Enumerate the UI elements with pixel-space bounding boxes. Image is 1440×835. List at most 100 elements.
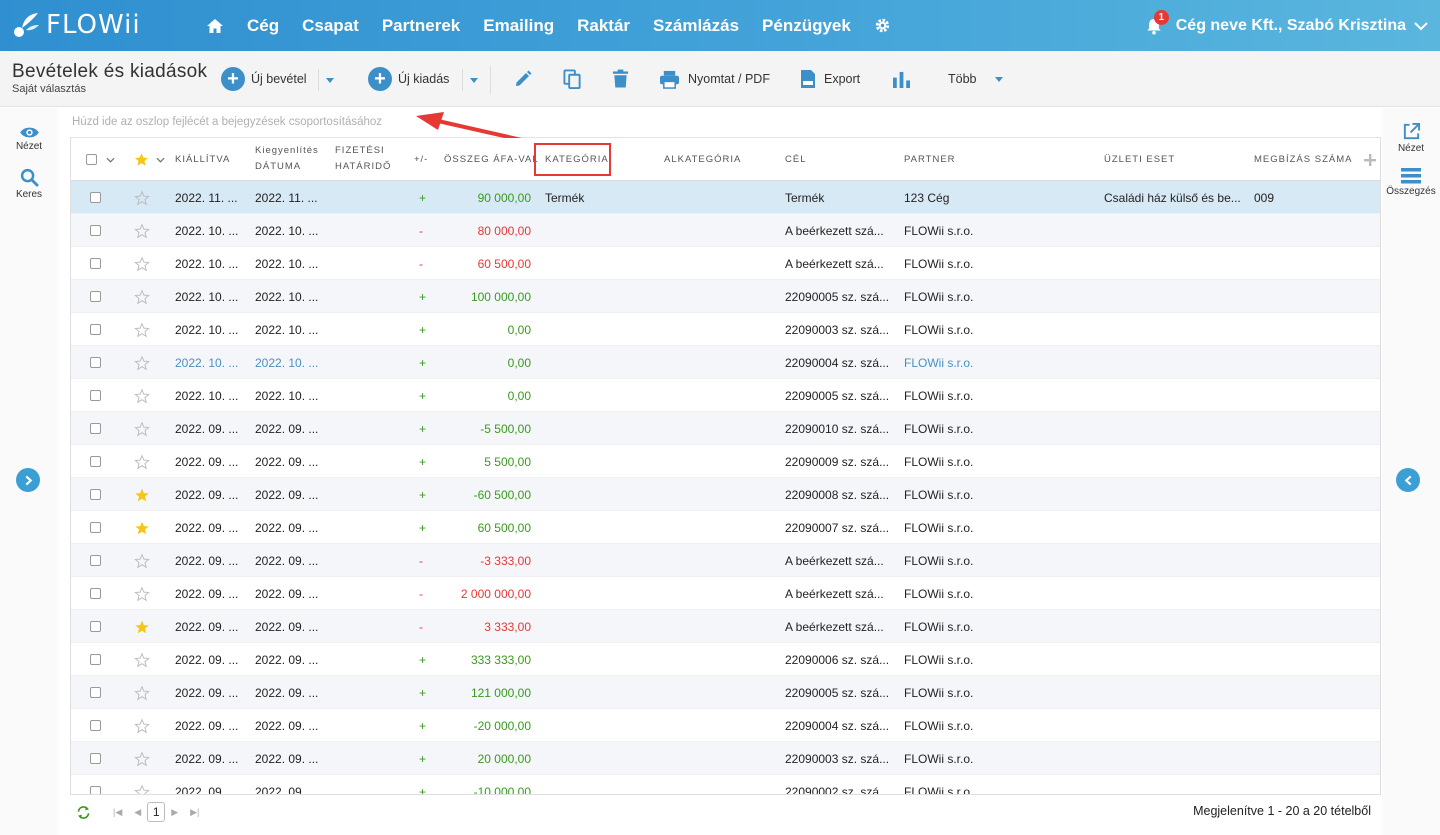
col-settlement-line2[interactable]: dátuma bbox=[255, 161, 301, 172]
star-icon[interactable] bbox=[134, 181, 150, 214]
row-checkbox[interactable] bbox=[90, 643, 101, 676]
table-row[interactable]: 2022. 09. ... 2022. 09. ... +121 000,00 220… bbox=[71, 676, 1380, 709]
star-icon[interactable] bbox=[134, 214, 150, 247]
col-purpose[interactable]: Cél bbox=[785, 138, 806, 181]
table-row[interactable]: 2022. 11. ... 2022. 11. ... +90 000,00 Term… bbox=[71, 181, 1380, 214]
table-row[interactable]: 2022. 09. ... 2022. 09. ... +60 500,00 2209… bbox=[71, 511, 1380, 544]
gear-icon[interactable] bbox=[874, 17, 892, 35]
expand-left-panel-button[interactable] bbox=[16, 468, 40, 492]
new-income-dropdown[interactable] bbox=[318, 69, 340, 91]
col-sign[interactable]: +/- bbox=[414, 138, 428, 181]
star-icon[interactable] bbox=[134, 709, 150, 742]
new-income-button[interactable]: + Új bevétel bbox=[221, 51, 307, 107]
chevron-down-icon[interactable] bbox=[156, 138, 165, 181]
star-icon[interactable] bbox=[134, 379, 150, 412]
expand-right-panel-button[interactable] bbox=[1396, 468, 1420, 492]
nav-item-ceg[interactable]: Cég bbox=[247, 16, 279, 36]
star-icon[interactable] bbox=[134, 775, 150, 794]
nav-item-partnerek[interactable]: Partnerek bbox=[382, 16, 460, 36]
table-row[interactable]: 2022. 09. ... 2022. 09. ... + -5 500,00 2209… bbox=[71, 412, 1380, 445]
col-settlement-line1[interactable]: Kiegyenlítés bbox=[255, 145, 319, 156]
flowii-logo[interactable]: FLOWii bbox=[12, 8, 141, 42]
row-checkbox[interactable] bbox=[90, 544, 101, 577]
nav-item-csapat[interactable]: Csapat bbox=[302, 16, 359, 36]
table-row[interactable]: 2022. 09. ... 2022. 09. ... - 2 000 000,00 A… bbox=[71, 577, 1380, 610]
view-toggle[interactable]: Nézet bbox=[0, 126, 58, 152]
prev-page-icon[interactable]: ◀ bbox=[134, 807, 141, 818]
search-toggle[interactable]: Keres bbox=[0, 168, 58, 200]
col-amount[interactable]: Összeg ÁFA-val bbox=[444, 138, 539, 181]
table-row[interactable]: 2022. 10. ... 2022. 10. ... - 80 000,00 A be… bbox=[71, 214, 1380, 247]
first-page-icon[interactable]: |◀ bbox=[113, 807, 122, 818]
copy-button[interactable] bbox=[563, 51, 582, 107]
row-checkbox[interactable] bbox=[90, 379, 101, 412]
user-menu[interactable]: 1 Cég neve Kft., Szabó Krisztina bbox=[1146, 0, 1428, 51]
edit-button[interactable] bbox=[513, 51, 533, 107]
select-all-checkbox[interactable] bbox=[86, 138, 97, 181]
star-icon[interactable] bbox=[134, 577, 150, 610]
row-checkbox[interactable] bbox=[90, 280, 101, 313]
star-icon[interactable] bbox=[134, 280, 150, 313]
row-checkbox[interactable] bbox=[90, 709, 101, 742]
table-row[interactable]: 2022. 09. ... 2022. 09. ... + -20 000,00 220… bbox=[71, 709, 1380, 742]
nav-item-szamlazas[interactable]: Számlázás bbox=[653, 16, 739, 36]
current-page[interactable]: 1 bbox=[147, 802, 166, 822]
star-icon[interactable] bbox=[134, 676, 150, 709]
row-checkbox[interactable] bbox=[90, 775, 101, 794]
chevron-down-icon[interactable] bbox=[106, 138, 115, 181]
export-button[interactable]: Export bbox=[800, 51, 860, 107]
col-due-line2[interactable]: határidő bbox=[335, 161, 391, 172]
row-checkbox[interactable] bbox=[90, 511, 101, 544]
table-row[interactable]: 2022. 09. ... 2022. 09. ... - -3 333,00 A be… bbox=[71, 544, 1380, 577]
open-view-button[interactable]: Nézet bbox=[1382, 122, 1440, 154]
col-due-line1[interactable]: Fizetési bbox=[335, 145, 385, 156]
table-row[interactable]: 2022. 10. ... 2022. 10. ... +0,00 22090005 … bbox=[71, 379, 1380, 412]
star-icon[interactable] bbox=[134, 313, 150, 346]
last-page-icon[interactable]: ▶| bbox=[190, 807, 199, 818]
row-checkbox[interactable] bbox=[90, 577, 101, 610]
star-filter-icon[interactable] bbox=[134, 138, 149, 181]
nav-item-emailing[interactable]: Emailing bbox=[483, 16, 554, 36]
col-order-number[interactable]: Megbízás száma bbox=[1254, 138, 1352, 181]
nav-item-penzugyek[interactable]: Pénzügyek bbox=[762, 16, 851, 36]
table-row[interactable]: 2022. 09. ... 2022. 09. ... +20 000,00 2209… bbox=[71, 742, 1380, 775]
star-icon[interactable] bbox=[134, 643, 150, 676]
table-row[interactable]: 2022. 10. ... 2022. 10. ... +0,00 22090003 … bbox=[71, 313, 1380, 346]
star-icon[interactable] bbox=[134, 511, 150, 544]
col-issued[interactable]: Kiállítva bbox=[175, 138, 230, 181]
summary-button[interactable]: Összegzés bbox=[1382, 168, 1440, 197]
row-checkbox[interactable] bbox=[90, 610, 101, 643]
nav-item-raktar[interactable]: Raktár bbox=[577, 16, 630, 36]
table-row[interactable]: 2022. 09. ... 2022. 09. ... +333 333,00 220… bbox=[71, 643, 1380, 676]
statistics-button[interactable] bbox=[892, 51, 911, 107]
table-row[interactable]: 2022. 10. ... 2022. 10. ... +0,00 22090004 … bbox=[71, 346, 1380, 379]
row-checkbox[interactable] bbox=[90, 445, 101, 478]
refresh-icon[interactable] bbox=[76, 805, 91, 820]
table-row[interactable]: 2022. 10. ... 2022. 10. ... +100 000,00 220… bbox=[71, 280, 1380, 313]
col-partner[interactable]: Partner bbox=[904, 138, 956, 181]
more-button[interactable]: Több bbox=[948, 51, 1003, 107]
bell-icon[interactable]: 1 bbox=[1146, 9, 1169, 36]
star-icon[interactable] bbox=[134, 544, 150, 577]
home-icon[interactable] bbox=[206, 17, 224, 35]
table-row[interactable]: 2022. 10. ... 2022. 10. ... - 60 500,00 A be… bbox=[71, 247, 1380, 280]
new-expense-button[interactable]: + Új kiadás bbox=[368, 51, 449, 107]
row-checkbox[interactable] bbox=[90, 478, 101, 511]
group-by-drop-zone[interactable]: Húzd ide az oszlop fejlécét a bejegyzése… bbox=[72, 116, 382, 128]
row-checkbox[interactable] bbox=[90, 346, 101, 379]
table-row[interactable]: 2022. 09. ... 2022. 09. ... +5 500,00 22090… bbox=[71, 445, 1380, 478]
row-checkbox[interactable] bbox=[90, 181, 101, 214]
star-icon[interactable] bbox=[134, 346, 150, 379]
delete-button[interactable] bbox=[612, 51, 629, 107]
table-row[interactable]: 2022. 09. ... 2022. 09. ... + -10 000,00 220… bbox=[71, 775, 1380, 794]
add-column-icon[interactable] bbox=[1364, 138, 1376, 181]
new-expense-dropdown[interactable] bbox=[462, 69, 484, 91]
partner[interactable]: FLOWii s.r.o. bbox=[904, 346, 1094, 379]
star-icon[interactable] bbox=[134, 445, 150, 478]
table-row[interactable]: 2022. 09. ... 2022. 09. ... - 3 333,00 A beé… bbox=[71, 610, 1380, 643]
star-icon[interactable] bbox=[134, 742, 150, 775]
row-checkbox[interactable] bbox=[90, 742, 101, 775]
row-checkbox[interactable] bbox=[90, 676, 101, 709]
row-checkbox[interactable] bbox=[90, 412, 101, 445]
row-checkbox[interactable] bbox=[90, 214, 101, 247]
